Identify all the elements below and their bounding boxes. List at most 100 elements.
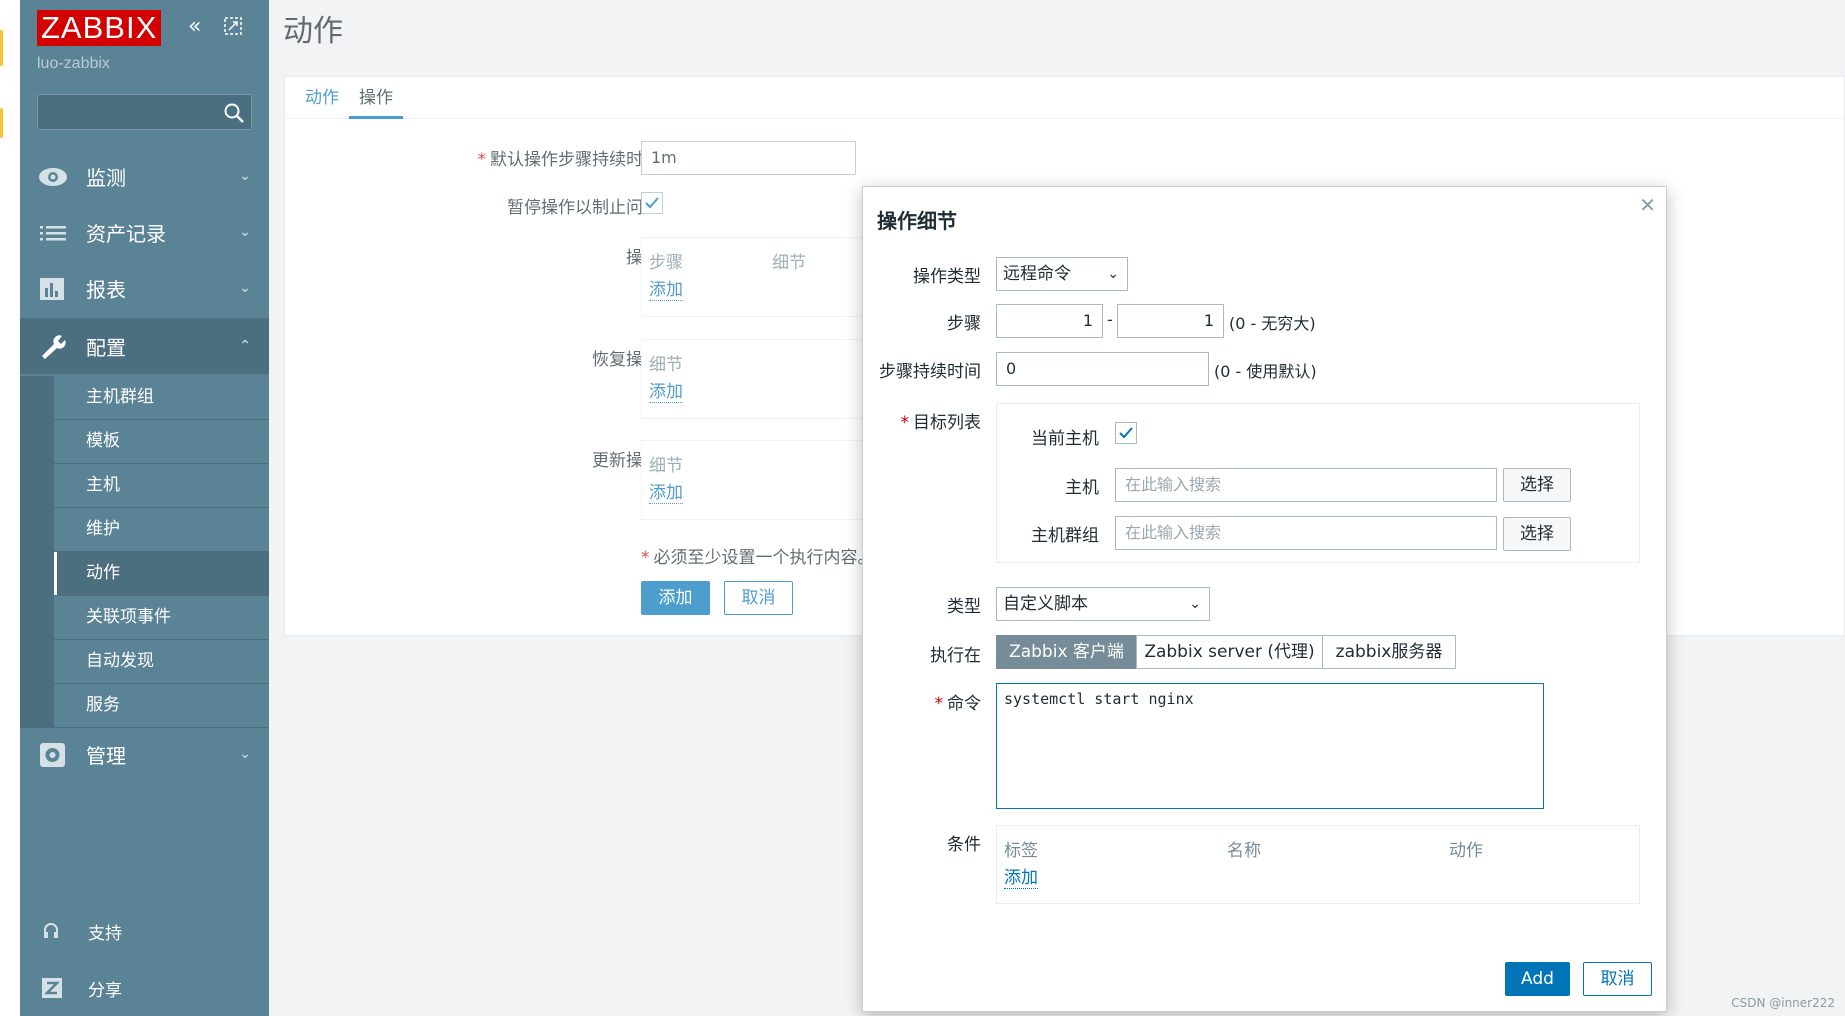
footer-support[interactable]: 支持 [20,911,269,951]
cancel-button[interactable]: 取消 [724,581,793,615]
type-value: 自定义脚本 [1003,594,1088,614]
gear-icon [40,743,65,767]
recovery-add-link[interactable]: 添加 [649,382,683,403]
hostgroup-select-button[interactable]: 选择 [1503,517,1571,551]
steps-note: (0 - 无穷大) [1229,314,1316,333]
menu-reports[interactable]: 报表 ⌄ [20,260,269,316]
pause-operations-label: 暂停操作以制止问题 [507,198,660,218]
host-search-input[interactable]: 在此输入搜索 [1115,468,1497,502]
menu-label: 管理 [86,743,126,768]
checkmark-icon [1119,427,1133,439]
execute-on-zabbix-server[interactable]: zabbix服务器 [1322,635,1456,669]
submenu-host-groups[interactable]: 主机群组 [54,376,269,419]
footer-label: 分享 [88,980,122,1001]
target-list-label: * 目标列表 [900,413,982,433]
footer-share[interactable]: 分享 [20,968,269,1008]
operation-details-dialog: 操作细节 ✕ 操作类型 远程命令 ⌄ 步骤 1 - 1 (0 - 无穷大) 步骤… [862,186,1667,1012]
bar-chart-icon [40,278,64,300]
steps-from-input[interactable]: 1 [996,304,1103,338]
submenu-hosts[interactable]: 主机 [54,464,269,507]
close-icon[interactable]: ✕ [1639,193,1656,217]
submenu-maintenance[interactable]: 维护 [54,508,269,551]
edge-marker [0,30,3,66]
execute-on-agent[interactable]: Zabbix 客户端 [996,635,1137,669]
default-step-duration-input[interactable]: 1m [641,141,856,175]
update-operations-table: 细节 添加 [641,440,871,520]
chevron-down-icon: ⌄ [239,746,251,762]
search-icon[interactable] [223,102,245,124]
update-operations-label: 更新操作 [592,451,660,471]
menu-label: 资产记录 [86,221,166,246]
server-name: luo-zabbix [37,55,110,72]
column-header: 细节 [649,355,683,375]
submenu-services[interactable]: 服务 [54,684,269,727]
column-header: 名称 [1227,841,1261,861]
zabbix-logo[interactable]: ZABBIX [37,10,162,46]
steps-to-input[interactable]: 1 [1117,304,1224,338]
page-title: 动作 [283,14,343,49]
operation-type-label: 操作类型 [913,267,981,287]
column-header: 标签 [1004,841,1038,861]
operations-table: 步骤 细节 添加 [641,237,871,317]
chevron-down-icon: ⌄ [239,168,251,184]
tab-action[interactable]: 动作 [295,85,349,119]
edge-marker [0,108,3,138]
sidebar-search-input[interactable] [37,94,252,130]
column-header: 步骤 [649,253,683,273]
checkmark-icon [645,197,659,209]
menu-configuration[interactable]: 配置 ⌃ [20,318,269,374]
chevron-down-icon: ⌄ [1107,266,1119,282]
chevron-down-icon: ⌄ [1189,596,1201,612]
chevron-up-icon: ⌃ [239,338,251,354]
submenu-event-correlation[interactable]: 关联项事件 [54,596,269,639]
host-select-button[interactable]: 选择 [1503,468,1571,502]
kiosk-mode-icon[interactable] [224,16,242,41]
submenu-templates[interactable]: 模板 [54,420,269,463]
tab-operations[interactable]: 操作 [349,85,403,119]
current-host-checkbox[interactable] [1115,422,1137,444]
update-add-link[interactable]: 添加 [649,483,683,504]
dialog-title: 操作细节 [877,209,957,233]
operations-label: 操作 [435,243,660,268]
submenu-discovery[interactable]: 自动发现 [54,640,269,683]
window-edge [0,0,20,1016]
configuration-submenu: 主机群组 模板 主机 维护 动作 关联项事件 自动发现 服务 [20,376,269,728]
command-textarea[interactable]: systemctl start nginx [996,683,1544,809]
pause-operations-checkbox[interactable] [641,192,663,214]
steps-label: 步骤 [947,314,981,334]
recovery-operations-label: 恢复操作 [592,350,660,370]
menu-monitoring[interactable]: 监测 ⌄ [20,148,269,204]
step-duration-label: 步骤持续时间 [879,362,981,382]
hostgroup-search-input[interactable]: 在此输入搜索 [1115,516,1497,550]
operation-type-value: 远程命令 [1003,264,1071,284]
dialog-cancel-button[interactable]: 取消 [1583,962,1652,996]
conditions-label: 条件 [947,835,981,855]
execute-on-server-proxy[interactable]: Zabbix server (代理) [1136,635,1323,669]
menu-label: 监测 [86,165,126,190]
conditions-table: 标签 名称 动作 添加 [996,825,1640,904]
submenu-actions[interactable]: 动作 [54,552,269,595]
step-duration-note: (0 - 使用默认) [1214,362,1317,381]
chevron-down-icon: ⌄ [239,280,251,296]
sidebar: ZABBIX « luo-zabbix 监测 ⌄ 资产记录 ⌄ 报表 ⌄ 配置 … [20,0,269,1016]
placeholder: 在此输入搜索 [1125,523,1222,542]
menu-inventory[interactable]: 资产记录 ⌄ [20,204,269,260]
list-icon [40,226,66,241]
current-host-label: 当前主机 [1031,429,1099,449]
share-z-icon [42,978,62,998]
host-label: 主机 [1065,478,1099,498]
double-chevron-left-icon[interactable]: « [188,14,201,39]
conditions-add-link[interactable]: 添加 [1004,868,1038,889]
step-duration-input[interactable]: 0 [996,352,1209,386]
eye-icon [39,168,67,186]
add-button[interactable]: 添加 [641,581,710,615]
dialog-add-button[interactable]: Add [1505,962,1570,996]
default-step-duration-label: * 默认操作步骤持续时间 [477,150,661,170]
tab-bar: 动作 操作 [285,77,1844,119]
menu-administration[interactable]: 管理 ⌄ [20,726,269,782]
operations-add-link[interactable]: 添加 [649,280,683,301]
command-label: * 命令 [934,694,982,714]
type-select[interactable]: 自定义脚本 ⌄ [996,587,1210,621]
operation-type-select[interactable]: 远程命令 ⌄ [996,257,1128,291]
chevron-down-icon: ⌄ [239,224,251,240]
